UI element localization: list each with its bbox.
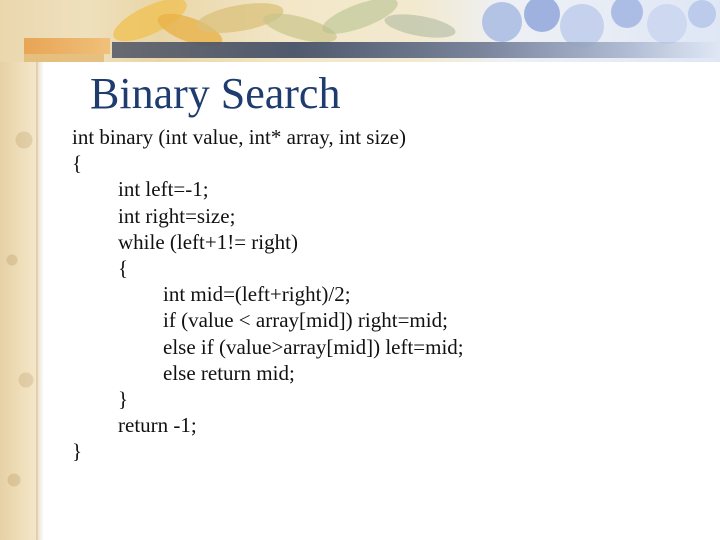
code-line: int binary (int value, int* array, int s… [72,125,406,149]
leaf-shape [384,14,456,38]
code-line: while (left+1!= right) [118,229,298,254]
code-line: if (value < array[mid]) right=mid; [163,308,448,333]
code-line: else if (value>array[mid]) left=mid; [163,334,464,359]
code-line: int left=-1; [118,177,209,202]
petal-shape [524,0,560,32]
petal-shape [611,0,643,28]
orange-accent-bar-lower [24,54,104,62]
orange-accent-bar [24,38,110,54]
slide-title: Binary Search [90,69,341,118]
code-line: { [118,255,129,280]
code-line: int mid=(left+right)/2; [163,282,351,307]
code-line: } [72,439,83,464]
code-line: else return mid; [163,360,295,385]
petal-shape [688,0,716,28]
petal-shape [647,4,687,44]
dark-accent-strip [112,42,720,58]
parchment-edge [36,60,44,540]
code-line: return -1; [118,413,197,438]
parchment-margin [0,0,38,540]
slide: Binary Search int binary (int value, int… [0,0,720,540]
code-block: int binary (int value, int* array, int s… [72,124,464,464]
petal-shape [482,2,522,42]
code-line: } [118,386,129,411]
code-line: int right=size; [118,203,236,228]
code-line: { [72,151,83,176]
